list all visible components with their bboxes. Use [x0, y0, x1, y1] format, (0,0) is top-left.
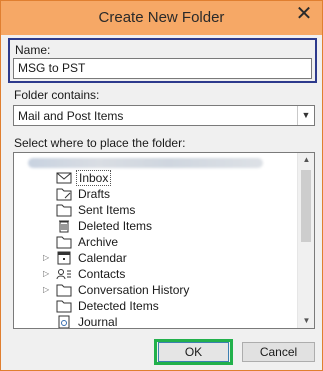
close-icon: ✕: [295, 3, 313, 25]
tree-item-deleted-items[interactable]: Deleted Items: [14, 218, 299, 234]
tree-item-label: Calendar: [78, 251, 127, 265]
folder-icon: [56, 235, 72, 249]
dialog-title: Create New Folder: [98, 9, 225, 26]
journal-icon: [56, 315, 72, 328]
folder-icon: [56, 283, 72, 297]
tree-item-drafts[interactable]: Drafts: [14, 186, 299, 202]
redacted-account-name: [28, 158, 263, 168]
scroll-down-icon[interactable]: ▼: [298, 314, 314, 328]
tree-item-journal[interactable]: Journal: [14, 314, 299, 329]
tree-item-label: Contacts: [78, 267, 126, 281]
ok-button[interactable]: OK: [158, 342, 229, 362]
folder-contains-value: Mail and Post Items: [18, 109, 124, 123]
calendar-icon: [56, 251, 72, 265]
tree-item-label: Drafts: [78, 187, 111, 201]
tree-item-label: Detected Items: [78, 299, 159, 313]
name-input[interactable]: MSG to PST: [13, 58, 312, 79]
select-location-label: Select where to place the folder:: [14, 136, 186, 150]
tree-item-label: Conversation History: [78, 283, 190, 297]
folder-contains-select[interactable]: Mail and Post Items ▼: [13, 105, 315, 126]
expand-arrow-icon[interactable]: ▷: [43, 253, 49, 262]
tree-item-label: Journal: [78, 315, 118, 329]
tree-item-inbox[interactable]: Inbox: [14, 170, 299, 186]
expand-arrow-icon[interactable]: ▷: [43, 285, 49, 294]
tree-item-label: Inbox: [76, 170, 112, 186]
contacts-icon: [56, 267, 72, 281]
tree-item-label: Archive: [78, 235, 119, 249]
tree-item-archive[interactable]: Archive: [14, 234, 299, 250]
tree-item-label: Deleted Items: [78, 219, 153, 233]
inbox-icon: [56, 171, 72, 185]
folder-contains-label: Folder contains:: [14, 88, 100, 102]
tree-item-sent-items[interactable]: Sent Items: [14, 202, 299, 218]
scroll-up-icon[interactable]: ▲: [298, 153, 314, 167]
tree-item-detected-items[interactable]: Detected Items: [14, 298, 299, 314]
close-button[interactable]: ✕: [290, 4, 318, 26]
name-group: Name: MSG to PST: [8, 38, 317, 83]
folder-icon: [56, 299, 72, 313]
tree-item-contacts[interactable]: ▷ Contacts: [14, 266, 299, 282]
trash-icon: [56, 219, 72, 233]
folder-icon: [56, 203, 72, 217]
drafts-icon: [56, 187, 72, 201]
folder-tree[interactable]: Inbox Drafts Sent Items Deleted Items Archiv…: [13, 152, 315, 329]
tree-item-calendar[interactable]: ▷ Calendar: [14, 250, 299, 266]
title-bar[interactable]: Create New Folder ✕: [1, 1, 322, 35]
name-label: Name:: [15, 43, 51, 57]
tree-item-conversation-history[interactable]: ▷ Conversation History: [14, 282, 299, 298]
expand-arrow-icon[interactable]: ▷: [43, 269, 49, 278]
tree-scrollbar[interactable]: ▲ ▼: [297, 153, 314, 328]
cancel-button[interactable]: Cancel: [242, 342, 315, 362]
scroll-thumb[interactable]: [301, 170, 311, 242]
create-new-folder-dialog: Create New Folder ✕ Name: MSG to PST Fol…: [0, 0, 323, 371]
chevron-down-icon[interactable]: ▼: [297, 106, 314, 125]
tree-item-label: Sent Items: [78, 203, 136, 217]
